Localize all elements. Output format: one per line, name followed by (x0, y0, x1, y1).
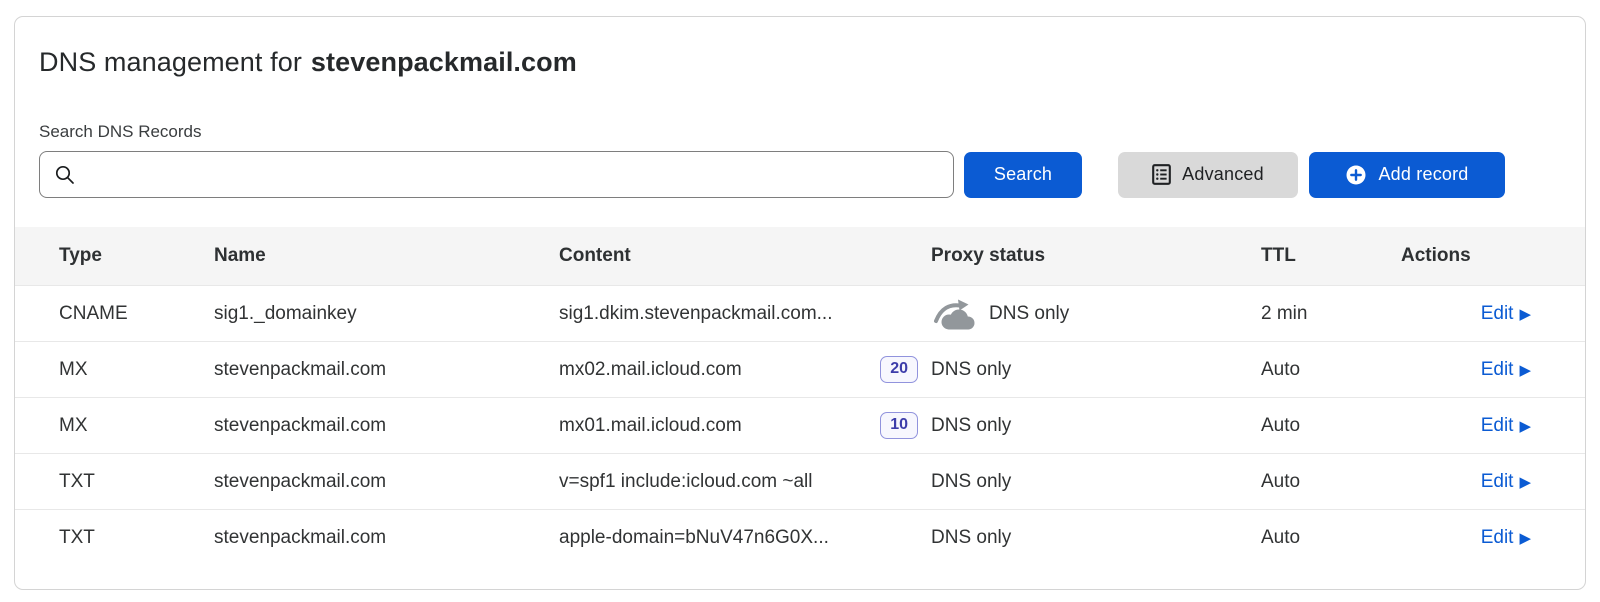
record-type: TXT (15, 527, 214, 549)
table-row: TXT stevenpackmail.com v=spf1 include:ic… (15, 453, 1585, 509)
col-header-actions: Actions (1401, 245, 1585, 267)
edit-record-link[interactable]: Edit ▶ (1481, 527, 1531, 549)
search-icon (54, 164, 76, 186)
edit-link-label: Edit (1481, 527, 1514, 549)
table-row: TXT stevenpackmail.com apple-domain=bNuV… (15, 509, 1585, 565)
col-header-type: Type (15, 245, 214, 267)
edit-arrow-icon: ▶ (1519, 417, 1531, 435)
record-type: MX (15, 359, 214, 381)
proxy-status-text: DNS only (931, 359, 1011, 381)
record-name: sig1._domainkey (214, 303, 559, 325)
proxy-status-text: DNS only (989, 303, 1069, 325)
page-title: DNS management for stevenpackmail.com (39, 47, 1561, 78)
record-name: stevenpackmail.com (214, 527, 559, 549)
edit-arrow-icon: ▶ (1519, 361, 1531, 379)
table-row: CNAME sig1._domainkey sig1.dkim.stevenpa… (15, 285, 1585, 341)
col-header-content: Content (559, 245, 931, 267)
edit-record-link[interactable]: Edit ▶ (1481, 471, 1531, 493)
record-type: MX (15, 415, 214, 437)
edit-link-label: Edit (1481, 303, 1514, 325)
col-header-proxy: Proxy status (931, 245, 1261, 267)
dns-records-table: Type Name Content Proxy status TTL Actio… (15, 227, 1585, 565)
table-body: CNAME sig1._domainkey sig1.dkim.stevenpa… (15, 285, 1585, 565)
record-ttl: 2 min (1261, 303, 1401, 325)
domain-name: stevenpackmail.com (311, 47, 577, 77)
edit-record-link[interactable]: Edit ▶ (1481, 359, 1531, 381)
add-record-button[interactable]: Add record (1309, 152, 1505, 198)
page-title-prefix: DNS management for (39, 47, 302, 77)
record-type: TXT (15, 471, 214, 493)
proxy-status-text: DNS only (931, 527, 1011, 549)
edit-link-label: Edit (1481, 471, 1514, 493)
record-ttl: Auto (1261, 527, 1401, 549)
col-header-ttl: TTL (1261, 245, 1401, 267)
proxy-status-text: DNS only (931, 471, 1011, 493)
dns-only-cloud-icon (931, 297, 976, 330)
add-record-button-label: Add record (1378, 164, 1468, 185)
edit-arrow-icon: ▶ (1519, 305, 1531, 323)
plus-circle-icon (1345, 164, 1367, 186)
search-button[interactable]: Search (964, 152, 1082, 198)
proxy-status-text: DNS only (931, 415, 1011, 437)
record-name: stevenpackmail.com (214, 359, 559, 381)
record-name: stevenpackmail.com (214, 471, 559, 493)
col-header-name: Name (214, 245, 559, 267)
record-ttl: Auto (1261, 471, 1401, 493)
search-box[interactable] (39, 151, 954, 198)
edit-link-label: Edit (1481, 415, 1514, 437)
record-content: mx01.mail.icloud.com (559, 415, 742, 437)
table-row: MX stevenpackmail.com mx01.mail.icloud.c… (15, 397, 1585, 453)
advanced-button-label: Advanced (1182, 164, 1264, 185)
dns-management-card: DNS management for stevenpackmail.com Sea… (14, 16, 1586, 590)
advanced-list-icon (1152, 164, 1171, 185)
record-content: mx02.mail.icloud.com (559, 359, 742, 381)
advanced-button[interactable]: Advanced (1118, 152, 1298, 198)
record-type: CNAME (15, 303, 214, 325)
table-row: MX stevenpackmail.com mx02.mail.icloud.c… (15, 341, 1585, 397)
edit-arrow-icon: ▶ (1519, 473, 1531, 491)
edit-record-link[interactable]: Edit ▶ (1481, 415, 1531, 437)
record-content: apple-domain=bNuV47n6G0X... (559, 527, 829, 549)
table-header-row: Type Name Content Proxy status TTL Actio… (15, 227, 1585, 285)
mx-priority-badge: 20 (880, 356, 918, 382)
search-input[interactable] (86, 152, 939, 197)
edit-arrow-icon: ▶ (1519, 529, 1531, 547)
record-ttl: Auto (1261, 415, 1401, 437)
record-ttl: Auto (1261, 359, 1401, 381)
record-name: stevenpackmail.com (214, 415, 559, 437)
record-content: v=spf1 include:icloud.com ~all (559, 471, 812, 493)
record-content: sig1.dkim.stevenpackmail.com... (559, 303, 833, 325)
mx-priority-badge: 10 (880, 412, 918, 438)
search-controls: Search Advanced A (39, 151, 1561, 198)
edit-record-link[interactable]: Edit ▶ (1481, 303, 1531, 325)
edit-link-label: Edit (1481, 359, 1514, 381)
search-label: Search DNS Records (39, 122, 1561, 142)
